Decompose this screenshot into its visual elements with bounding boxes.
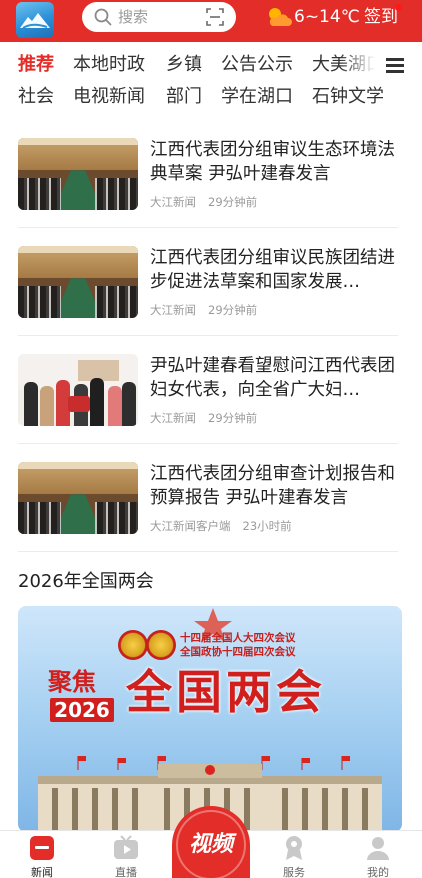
app-logo[interactable] (16, 2, 54, 38)
nav-label: 新闻 (31, 866, 53, 878)
news-meta: 大江新闻 29分钟前 (150, 194, 269, 210)
search-placeholder: 搜索 (118, 8, 149, 26)
top-header: 搜索 6~14℃ 签到 (0, 0, 422, 42)
feature-banner[interactable]: 十四届全国人大四次会议 全国政协十四届四次会议 聚焦 2026 全国两会 (18, 606, 402, 832)
cppcc-emblem-icon (146, 630, 176, 660)
tab-departments[interactable]: 部门 (166, 85, 202, 109)
video-button[interactable]: 视频 (172, 806, 250, 878)
tab-fade-overlay (340, 52, 384, 76)
weather-temperature[interactable]: 6~14℃ (294, 7, 360, 27)
news-meta: 大江新闻客户端 23小时前 (150, 518, 304, 534)
national-emblem-icon (118, 630, 148, 660)
divider (18, 551, 398, 552)
banner-focus-text: 聚焦 (48, 668, 96, 696)
channel-tabs: 推荐 本地时政 乡镇 公告公示 大美湖口 社会 电视新闻 部门 学在湖口 石钟文… (0, 48, 422, 118)
news-time: 29分钟前 (208, 303, 258, 317)
section-title[interactable]: 2026年全国两会 (18, 570, 154, 594)
scan-icon[interactable] (206, 8, 224, 26)
notification-dot (395, 4, 402, 11)
menu-icon[interactable] (386, 58, 404, 73)
news-icon (30, 836, 54, 860)
news-time: 23小时前 (242, 519, 292, 533)
news-meta: 大江新闻 29分钟前 (150, 410, 269, 426)
tab-study-hukou[interactable]: 学在湖口 (221, 85, 293, 109)
user-icon (367, 837, 389, 860)
nav-label: 直播 (115, 866, 137, 878)
news-item[interactable]: 江西代表团分组审议生态环境法典草案 尹弘叶建春发言 大江新闻 29分钟前 (18, 138, 398, 238)
services-icon (286, 836, 302, 860)
banner-year: 2026 (50, 698, 114, 722)
tab-recommend[interactable]: 推荐 (18, 53, 54, 77)
mountain-logo-icon (20, 13, 50, 28)
banner-subtitle-cppcc: 全国政协十四届四次会议 (180, 646, 296, 658)
news-title: 江西代表团分组审议民族团结进步促进法草案和国家发展… (150, 248, 395, 292)
news-time: 29分钟前 (208, 195, 258, 209)
nav-services[interactable]: 服务 (264, 835, 324, 878)
search-input[interactable]: 搜索 (82, 2, 236, 32)
video-label: 视频 (188, 832, 233, 857)
banner-subtitle-npc: 十四届全国人大四次会议 (180, 632, 296, 644)
divider (18, 335, 398, 336)
divider (18, 227, 398, 228)
nav-label: 服务 (283, 866, 305, 878)
tab-announcements[interactable]: 公告公示 (221, 53, 293, 77)
tab-shizhong-literature[interactable]: 石钟文学 (312, 85, 384, 109)
search-icon (94, 8, 112, 26)
banner-headline: 全国两会 (126, 665, 326, 719)
signin-button[interactable]: 签到 (364, 7, 398, 27)
news-time: 29分钟前 (208, 411, 258, 425)
news-title: 江西代表团分组审查计划报告和预算报告 尹弘叶建春发言 (150, 464, 395, 508)
news-title: 尹弘叶建春看望慰问江西代表团妇女代表，向全省广大妇… (150, 356, 395, 400)
news-item[interactable]: 尹弘叶建春看望慰问江西代表团妇女代表，向全省广大妇… 大江新闻 29分钟前 (18, 354, 398, 454)
tab-local-politics[interactable]: 本地时政 (73, 53, 145, 77)
nav-label: 我的 (367, 866, 389, 878)
news-item[interactable]: 江西代表团分组审议民族团结进步促进法草案和国家发展… 大江新闻 29分钟前 (18, 246, 398, 346)
news-thumbnail (18, 354, 138, 426)
tab-towns[interactable]: 乡镇 (166, 53, 202, 77)
news-meta: 大江新闻 29分钟前 (150, 302, 269, 318)
news-source: 大江新闻 (150, 411, 196, 425)
nav-news[interactable]: 新闻 (12, 835, 72, 878)
live-tv-icon (114, 835, 138, 859)
tab-society[interactable]: 社会 (18, 85, 54, 109)
weather-cloudy-sun-icon[interactable] (266, 6, 292, 28)
news-source: 大江新闻 (150, 303, 196, 317)
news-item[interactable]: 江西代表团分组审查计划报告和预算报告 尹弘叶建春发言 大江新闻客户端 23小时前 (18, 462, 398, 562)
divider (18, 443, 398, 444)
tab-tv-news[interactable]: 电视新闻 (73, 85, 145, 109)
news-thumbnail (18, 462, 138, 534)
news-title: 江西代表团分组审议生态环境法典草案 尹弘叶建春发言 (150, 140, 395, 184)
news-thumbnail (18, 138, 138, 210)
news-source: 大江新闻 (150, 195, 196, 209)
news-source: 大江新闻客户端 (150, 519, 231, 533)
news-thumbnail (18, 246, 138, 318)
nav-live[interactable]: 直播 (96, 835, 156, 878)
nav-profile[interactable]: 我的 (348, 835, 408, 878)
